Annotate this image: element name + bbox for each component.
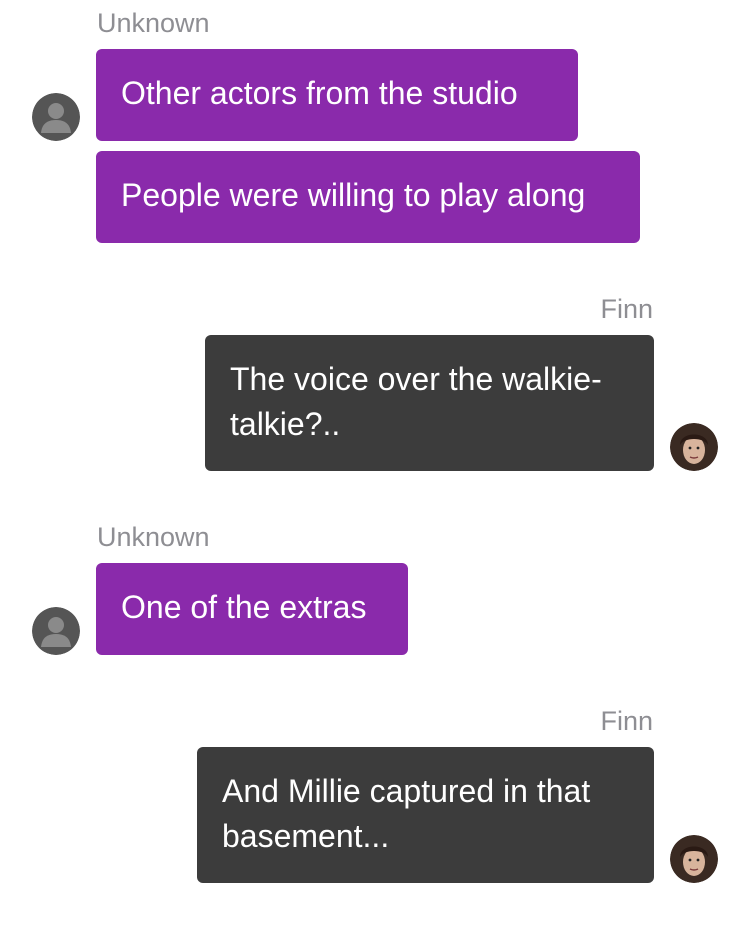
message-bubble[interactable]: And Millie captured in that basement... bbox=[197, 747, 654, 883]
message-bubble[interactable]: The voice over the walkie-talkie?.. bbox=[205, 335, 654, 471]
message-bubble[interactable]: People were willing to play along bbox=[96, 151, 640, 243]
message-bubble[interactable]: Other actors from the studio bbox=[96, 49, 578, 141]
sender-name: Finn bbox=[600, 294, 653, 324]
default-person-icon[interactable] bbox=[32, 607, 80, 655]
sender-name: Finn bbox=[600, 706, 653, 736]
finn-portrait-icon[interactable] bbox=[670, 423, 718, 471]
finn-portrait-icon[interactable] bbox=[670, 835, 718, 883]
sender-name: Unknown bbox=[97, 522, 210, 552]
default-person-icon[interactable] bbox=[32, 93, 80, 141]
message-bubble[interactable]: One of the extras bbox=[96, 563, 408, 655]
sender-name: Unknown bbox=[97, 8, 210, 38]
